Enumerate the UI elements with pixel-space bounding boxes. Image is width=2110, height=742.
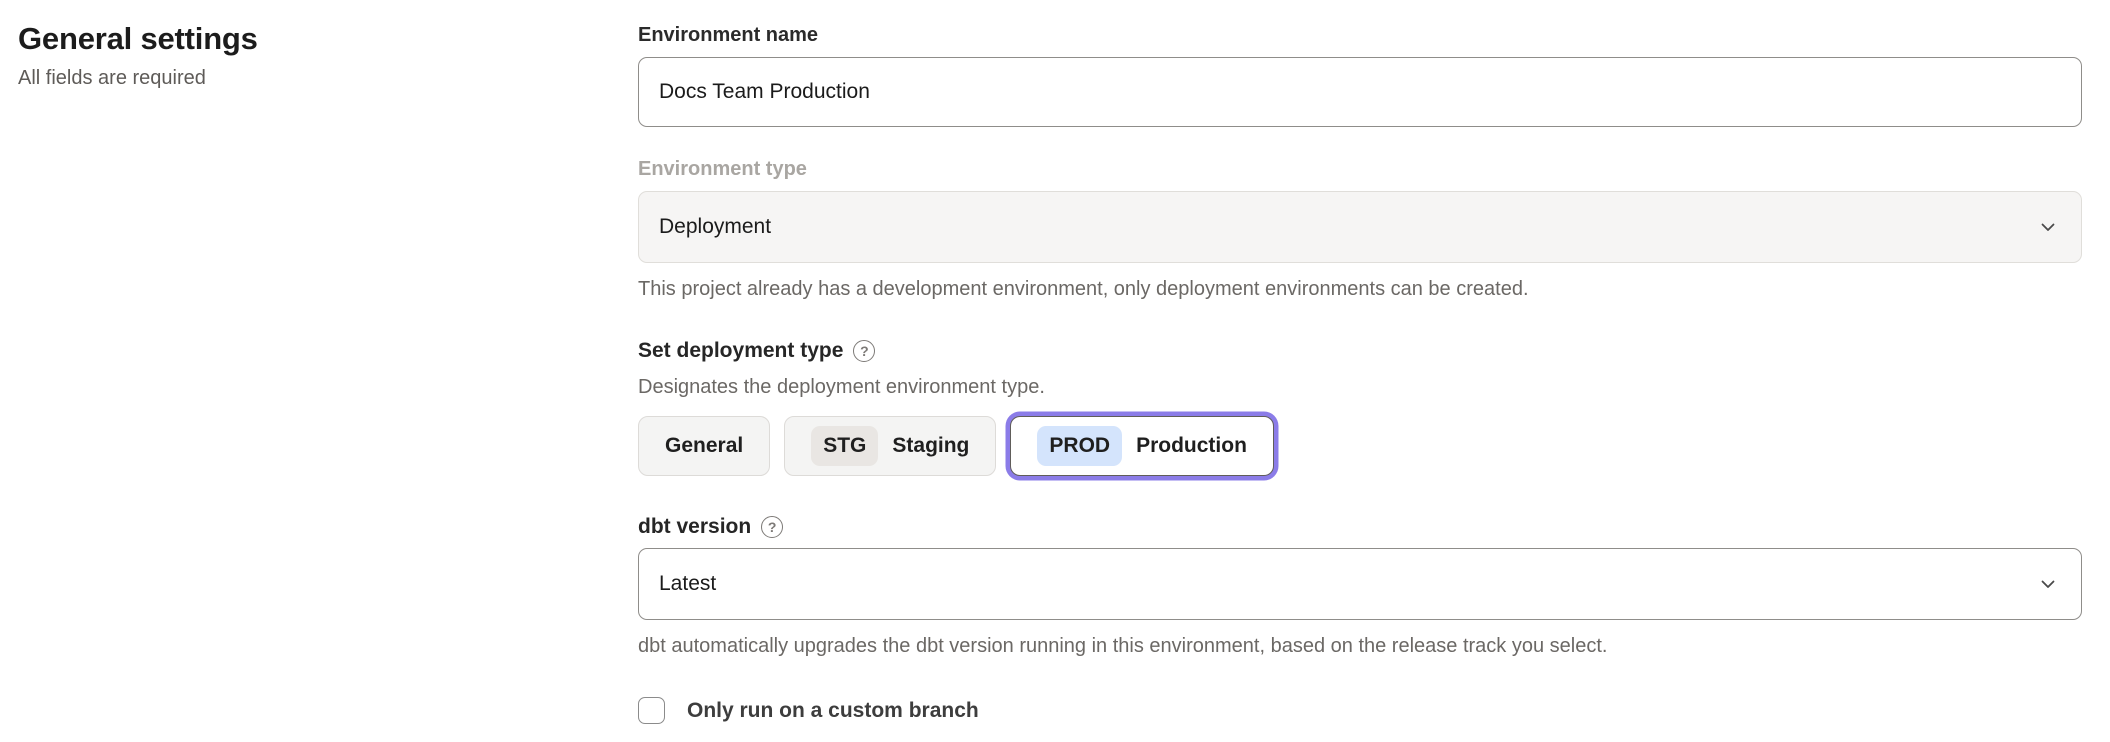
environment-type-helper: This project already has a development e… bbox=[638, 276, 2082, 302]
chevron-down-icon bbox=[2037, 573, 2059, 595]
environment-type-label: Environment type bbox=[638, 156, 2082, 182]
custom-branch-checkbox[interactable] bbox=[638, 697, 665, 724]
option-label: General bbox=[665, 434, 743, 458]
dbt-version-label: dbt version ? bbox=[638, 515, 2082, 539]
dbt-version-select[interactable]: Latest bbox=[638, 548, 2082, 620]
environment-name-input[interactable]: Docs Team Production bbox=[638, 57, 2082, 127]
option-label: Production bbox=[1136, 434, 1247, 458]
deployment-type-label-text: Set deployment type bbox=[638, 339, 843, 363]
deployment-type-options: General STG Staging PROD Production bbox=[638, 416, 2082, 476]
dbt-version-helper: dbt automatically upgrades the dbt versi… bbox=[638, 633, 2082, 659]
custom-branch-label: Only run on a custom branch bbox=[687, 699, 979, 723]
environment-type-select: Deployment bbox=[638, 191, 2082, 263]
environment-type-value: Deployment bbox=[659, 215, 771, 239]
chevron-down-icon bbox=[2037, 216, 2059, 238]
custom-branch-row: Only run on a custom branch bbox=[638, 697, 2082, 724]
deployment-type-helper: Designates the deployment environment ty… bbox=[638, 374, 2082, 400]
dbt-version-value: Latest bbox=[659, 572, 716, 596]
help-icon[interactable]: ? bbox=[761, 516, 783, 538]
environment-name-label: Environment name bbox=[638, 22, 2082, 48]
general-settings-page: General settings All fields are required… bbox=[0, 0, 2110, 742]
production-badge: PROD bbox=[1037, 426, 1122, 466]
environment-name-value: Docs Team Production bbox=[659, 80, 870, 104]
deployment-type-option-staging[interactable]: STG Staging bbox=[784, 416, 996, 476]
deployment-type-option-general[interactable]: General bbox=[638, 416, 770, 476]
deployment-type-label: Set deployment type ? bbox=[638, 339, 2082, 363]
help-icon[interactable]: ? bbox=[853, 340, 875, 362]
deployment-type-option-production[interactable]: PROD Production bbox=[1010, 416, 1274, 476]
dbt-version-label-text: dbt version bbox=[638, 515, 751, 539]
page-title: General settings bbox=[18, 20, 578, 57]
intro-column: General settings All fields are required bbox=[18, 20, 578, 90]
option-label: Staging bbox=[892, 434, 969, 458]
page-subtitle: All fields are required bbox=[18, 67, 578, 90]
staging-badge: STG bbox=[811, 426, 878, 466]
settings-form: Environment name Docs Team Production En… bbox=[638, 22, 2082, 724]
